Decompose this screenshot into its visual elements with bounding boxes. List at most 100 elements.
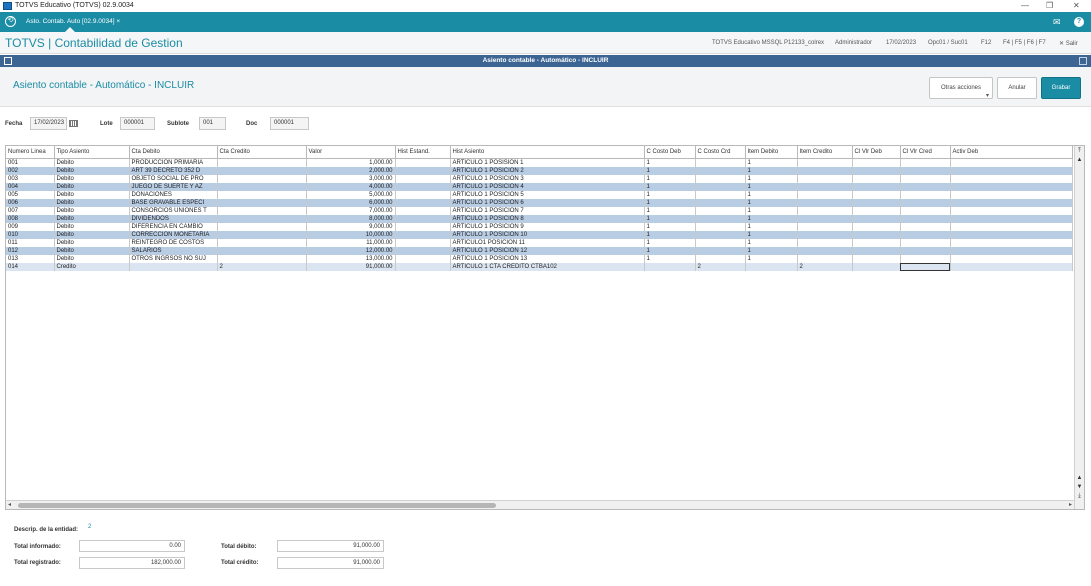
minimize-icon[interactable]: — xyxy=(1021,0,1029,12)
table-row[interactable]: 002 Debito ART 39 DECRETO 352 D 2,000.00 ART… xyxy=(6,166,1073,175)
table-cell[interactable]: 5,000.00 xyxy=(306,190,396,199)
table-cell[interactable] xyxy=(950,214,1073,223)
table-cell[interactable] xyxy=(797,214,853,223)
table-cell[interactable] xyxy=(852,182,901,191)
table-cell[interactable]: 9,000.00 xyxy=(306,222,396,231)
table-cell[interactable]: 6,000.00 xyxy=(306,198,396,207)
table-cell[interactable] xyxy=(852,206,901,215)
table-cell[interactable]: 1 xyxy=(644,230,696,239)
table-cell[interactable]: 012 xyxy=(6,246,55,255)
col-header[interactable]: Cta Debito xyxy=(129,146,218,159)
table-cell[interactable]: Debito xyxy=(54,198,130,207)
table-cell[interactable]: PRODUCCION PRIMARIA xyxy=(129,158,218,167)
table-cell[interactable]: 2,000.00 xyxy=(306,166,396,175)
table-cell[interactable] xyxy=(217,238,307,247)
table-cell[interactable]: ARTICULO 1 POSICION 3 xyxy=(450,174,645,183)
table-cell[interactable]: 91,000.00 xyxy=(306,262,396,271)
save-button[interactable]: Grabar xyxy=(1041,77,1081,99)
table-cell[interactable]: 007 xyxy=(6,206,55,215)
table-row[interactable]: 014 Credito 2 91,000.00 ARTICULO 1 CTA CREDI… xyxy=(6,262,1073,271)
table-cell[interactable]: ARTICULO 1 POSICION 2 xyxy=(450,166,645,175)
table-cell[interactable]: 005 xyxy=(6,190,55,199)
table-cell[interactable]: 011 xyxy=(6,238,55,247)
table-cell[interactable]: 2 xyxy=(217,262,307,271)
table-cell[interactable]: 1 xyxy=(644,174,696,183)
table-cell[interactable] xyxy=(395,254,451,263)
col-header[interactable]: Tipo Asiento xyxy=(54,146,130,159)
table-cell[interactable]: BASE GRAVABLE ESPECI xyxy=(129,198,218,207)
table-cell[interactable] xyxy=(900,206,951,215)
table-cell[interactable] xyxy=(395,262,451,271)
fecha-field[interactable]: 17/02/2023 xyxy=(30,117,67,130)
table-cell[interactable]: 1 xyxy=(644,238,696,247)
table-cell[interactable]: Debito xyxy=(54,254,130,263)
scroll-top-icon[interactable]: ⤒ xyxy=(1076,147,1083,155)
table-cell[interactable]: 2 xyxy=(695,262,746,271)
table-cell[interactable] xyxy=(695,214,746,223)
table-cell[interactable]: 1 xyxy=(745,230,798,239)
scroll-bottom-icon[interactable]: ⤓ xyxy=(1076,492,1083,500)
table-row[interactable]: 005 Debito DONACIONES 5,000.00 ARTICULO 1 PO… xyxy=(6,190,1073,199)
table-cell[interactable] xyxy=(395,190,451,199)
table-cell[interactable]: 1 xyxy=(745,254,798,263)
table-cell[interactable] xyxy=(797,198,853,207)
table-cell[interactable]: 014 xyxy=(6,262,55,271)
restore-icon[interactable]: ❐ xyxy=(1046,0,1053,12)
user-label[interactable]: Administrador xyxy=(835,40,872,46)
table-cell[interactable] xyxy=(217,174,307,183)
table-cell[interactable] xyxy=(695,230,746,239)
table-row[interactable]: 006 Debito BASE GRAVABLE ESPECI 6,000.00 ART… xyxy=(6,198,1073,207)
table-cell[interactable] xyxy=(695,158,746,167)
table-cell[interactable]: ARTICULO1 POSICION 11 xyxy=(450,238,645,247)
table-cell[interactable]: 010 xyxy=(6,230,55,239)
table-cell[interactable] xyxy=(217,158,307,167)
table-cell[interactable] xyxy=(395,246,451,255)
table-cell[interactable]: ARTICULO 1 POSICION 4 xyxy=(450,182,645,191)
table-cell[interactable]: Debito xyxy=(54,190,130,199)
table-cell[interactable]: ARTICULO 1 POSISION 1 xyxy=(450,158,645,167)
scroll-down-icon[interactable]: ▼ xyxy=(1076,483,1083,491)
mail-icon[interactable]: ✉ xyxy=(1053,17,1061,27)
table-cell[interactable]: ARTICULO 1 POSICION 5 xyxy=(450,190,645,199)
table-cell[interactable]: 4,000.00 xyxy=(306,182,396,191)
table-cell[interactable] xyxy=(852,262,901,271)
table-cell[interactable]: 1 xyxy=(745,174,798,183)
lote-field[interactable]: 000001 xyxy=(120,117,155,130)
branch-label[interactable]: Opc01 / Suc01 xyxy=(928,40,968,46)
table-cell[interactable] xyxy=(950,246,1073,255)
table-cell[interactable] xyxy=(217,222,307,231)
table-row[interactable]: 008 Debito DIVIDENDOS 8,000.00 ARTICULO 1 PO… xyxy=(6,214,1073,223)
table-cell[interactable]: 1 xyxy=(745,214,798,223)
table-cell[interactable]: SALARIOS xyxy=(129,246,218,255)
entries-grid[interactable]: Numero Linea Tipo Asiento Cta Debito Cta… xyxy=(5,145,1085,510)
table-cell[interactable] xyxy=(852,214,901,223)
total-registrado-field[interactable]: 182,000.00 xyxy=(79,557,185,569)
table-row[interactable]: 011 Debito REINTEGRO DE COSTOS 11,000.00 ART… xyxy=(6,238,1073,247)
table-cell[interactable]: 1 xyxy=(644,198,696,207)
table-cell[interactable] xyxy=(217,182,307,191)
table-cell[interactable]: Debito xyxy=(54,214,130,223)
other-actions-button[interactable]: Otras acciones ▾ xyxy=(929,77,993,99)
scroll-up-icon[interactable]: ▲ xyxy=(1076,156,1083,164)
table-cell[interactable] xyxy=(217,214,307,223)
table-cell[interactable] xyxy=(695,246,746,255)
table-cell[interactable]: ARTICULO 1 POSICION 9 xyxy=(450,222,645,231)
table-cell[interactable] xyxy=(695,254,746,263)
table-cell[interactable] xyxy=(217,190,307,199)
col-header[interactable]: C Costo Crd xyxy=(695,146,746,159)
table-cell[interactable] xyxy=(852,230,901,239)
total-informado-field[interactable]: 0.00 xyxy=(79,540,185,552)
doc-field[interactable]: 000001 xyxy=(270,117,309,130)
table-cell[interactable] xyxy=(950,158,1073,167)
table-cell[interactable]: ARTICULO 1 POSICION 10 xyxy=(450,230,645,239)
table-row[interactable]: 009 Debito DIFERENCIA EN CAMBIO 9,000.00 ART… xyxy=(6,222,1073,231)
table-cell[interactable] xyxy=(695,166,746,175)
table-cell[interactable]: 1 xyxy=(644,246,696,255)
cancel-button[interactable]: Anular xyxy=(997,77,1037,99)
table-cell[interactable]: 11,000.00 xyxy=(306,238,396,247)
col-header[interactable]: Cl Vlr Deb xyxy=(852,146,901,159)
fkeys-label[interactable]: F4 | F5 | F6 | F7 xyxy=(1003,40,1046,46)
table-cell[interactable] xyxy=(797,238,853,247)
calendar-icon[interactable] xyxy=(69,120,78,127)
table-cell[interactable] xyxy=(950,222,1073,231)
